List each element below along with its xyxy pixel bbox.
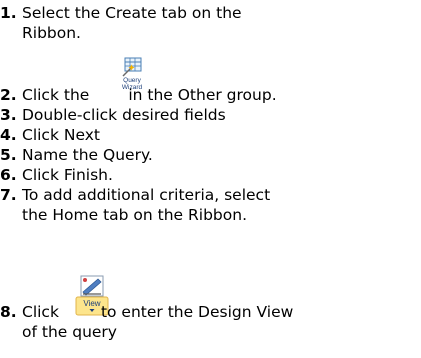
step-number: 4. — [0, 126, 17, 144]
step-text: to enter the Design View — [100, 303, 294, 321]
step-number: 3. — [0, 106, 17, 124]
step-text: Click — [22, 303, 59, 321]
step-number: 2. — [0, 86, 17, 104]
icon-label: Query — [123, 77, 141, 84]
step-text: Click Next — [22, 126, 100, 144]
step-number: 1. — [0, 4, 17, 22]
step-text-continued: Ribbon. — [22, 24, 81, 42]
step-text: Click the — [22, 86, 90, 104]
step-text: Click Finish. — [22, 166, 113, 184]
step-number: 8. — [0, 303, 17, 321]
step-4: 4. Click Next — [0, 126, 100, 145]
step-text-continued: the Home tab on the Ribbon. — [22, 206, 247, 224]
step-number: 6. — [0, 166, 17, 184]
step-text: in the Other group. — [128, 86, 277, 104]
step-2: 2. Click the in the Other group. — [0, 86, 277, 105]
step-text: Select the Create tab on the — [22, 4, 242, 22]
step-8: 8. Click to enter the Design View — [0, 303, 293, 322]
step-1: 1. Select the Create tab on the — [0, 4, 242, 23]
step-5: 5. Name the Query. — [0, 146, 153, 165]
step-text: Double-click desired fields — [22, 106, 226, 124]
step-text: Name the Query. — [22, 146, 153, 164]
step-text-continued: of the query — [22, 323, 117, 341]
step-number: 7. — [0, 186, 17, 204]
step-number: 5. — [0, 146, 17, 164]
instruction-list: 1. Select the Create tab on the Ribbon. Q… — [0, 0, 421, 358]
step-6: 6. Click Finish. — [0, 166, 113, 185]
step-7: 7. To add additional criteria, select — [0, 186, 270, 205]
step-text: To add additional criteria, select — [22, 186, 271, 204]
step-3: 3. Double-click desired fields — [0, 106, 226, 125]
